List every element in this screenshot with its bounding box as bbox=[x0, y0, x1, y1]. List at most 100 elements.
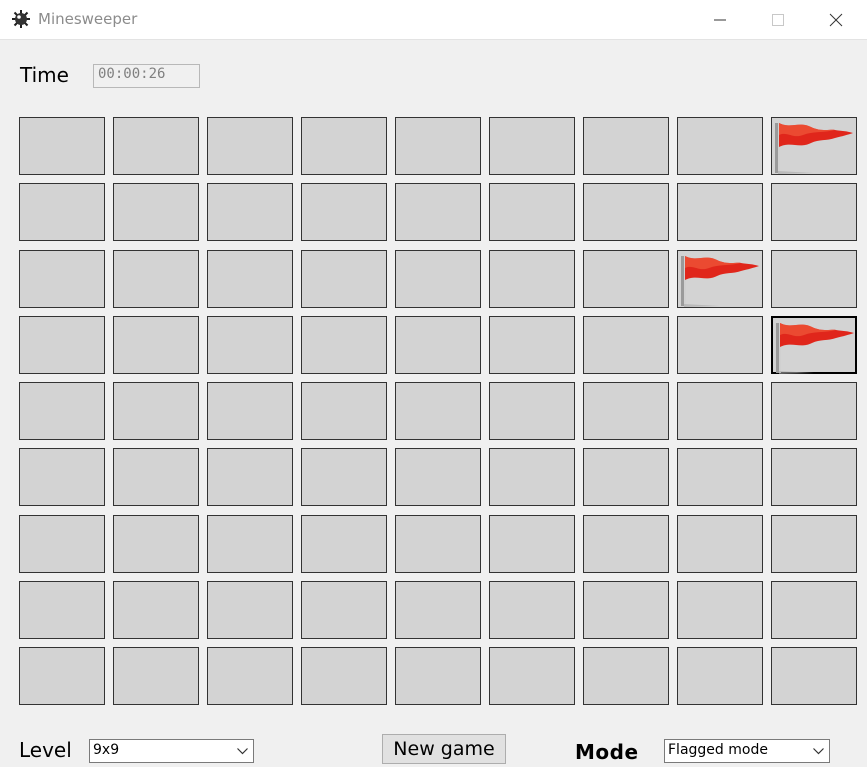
mine-cell[interactable] bbox=[771, 647, 857, 705]
mine-cell[interactable] bbox=[583, 647, 669, 705]
mine-cell[interactable] bbox=[677, 382, 763, 440]
mine-cell[interactable] bbox=[19, 250, 105, 308]
mine-cell[interactable] bbox=[301, 117, 387, 175]
mine-cell[interactable] bbox=[583, 250, 669, 308]
mine-cell[interactable] bbox=[301, 316, 387, 374]
mine-cell[interactable] bbox=[19, 316, 105, 374]
mine-cell[interactable] bbox=[771, 183, 857, 241]
mine-cell[interactable] bbox=[677, 316, 763, 374]
title-bar: Minesweeper bbox=[0, 0, 867, 40]
flag-icon bbox=[775, 123, 853, 174]
mine-cell[interactable] bbox=[771, 515, 857, 573]
mine-cell[interactable] bbox=[301, 448, 387, 506]
mine-cell[interactable] bbox=[207, 316, 293, 374]
mine-cell[interactable] bbox=[489, 581, 575, 639]
mine-cell[interactable] bbox=[583, 448, 669, 506]
level-select-value: 9x9 bbox=[93, 742, 120, 758]
mine-cell[interactable] bbox=[489, 117, 575, 175]
mine-cell[interactable] bbox=[207, 448, 293, 506]
mine-cell[interactable] bbox=[489, 647, 575, 705]
mine-cell[interactable] bbox=[489, 382, 575, 440]
mine-icon bbox=[12, 10, 30, 28]
mine-cell[interactable] bbox=[395, 117, 481, 175]
mine-cell[interactable] bbox=[301, 515, 387, 573]
mine-cell[interactable] bbox=[395, 250, 481, 308]
timer-display: 00:00:26 bbox=[93, 64, 200, 88]
new-game-button[interactable]: New game bbox=[382, 734, 506, 764]
mine-cell[interactable] bbox=[113, 250, 199, 308]
mine-cell[interactable] bbox=[113, 647, 199, 705]
mine-cell[interactable] bbox=[771, 448, 857, 506]
mine-cell[interactable] bbox=[207, 250, 293, 308]
mine-cell[interactable] bbox=[583, 382, 669, 440]
mine-cell[interactable] bbox=[677, 647, 763, 705]
mine-cell[interactable] bbox=[19, 117, 105, 175]
mine-cell[interactable] bbox=[677, 448, 763, 506]
mine-cell[interactable] bbox=[583, 581, 669, 639]
mine-cell[interactable] bbox=[207, 515, 293, 573]
mine-cell[interactable] bbox=[113, 448, 199, 506]
mine-cell[interactable] bbox=[489, 183, 575, 241]
close-icon bbox=[829, 13, 843, 27]
time-label: Time bbox=[20, 63, 69, 87]
mine-cell[interactable] bbox=[771, 382, 857, 440]
mine-cell[interactable] bbox=[395, 183, 481, 241]
mine-cell[interactable] bbox=[207, 581, 293, 639]
mine-cell[interactable] bbox=[583, 183, 669, 241]
mine-cell[interactable] bbox=[19, 647, 105, 705]
mine-cell[interactable] bbox=[677, 250, 763, 308]
mine-cell[interactable] bbox=[113, 117, 199, 175]
mine-cell[interactable] bbox=[395, 382, 481, 440]
mine-cell[interactable] bbox=[395, 316, 481, 374]
mine-cell[interactable] bbox=[771, 316, 857, 374]
mine-cell[interactable] bbox=[301, 647, 387, 705]
minimize-button[interactable] bbox=[697, 0, 743, 39]
mine-cell[interactable] bbox=[113, 382, 199, 440]
mine-cell[interactable] bbox=[207, 382, 293, 440]
mine-cell[interactable] bbox=[395, 515, 481, 573]
mine-cell[interactable] bbox=[301, 250, 387, 308]
mine-cell[interactable] bbox=[113, 316, 199, 374]
mine-cell[interactable] bbox=[395, 581, 481, 639]
mine-cell[interactable] bbox=[489, 448, 575, 506]
mine-cell[interactable] bbox=[113, 183, 199, 241]
mine-cell[interactable] bbox=[207, 183, 293, 241]
mode-label: Mode bbox=[575, 740, 639, 764]
mine-cell[interactable] bbox=[771, 581, 857, 639]
mine-cell[interactable] bbox=[395, 448, 481, 506]
mine-cell[interactable] bbox=[677, 581, 763, 639]
flag-icon bbox=[681, 256, 759, 307]
mine-cell[interactable] bbox=[207, 117, 293, 175]
mine-cell[interactable] bbox=[583, 515, 669, 573]
mine-cell[interactable] bbox=[207, 647, 293, 705]
mine-cell[interactable] bbox=[677, 117, 763, 175]
chevron-down-icon bbox=[813, 748, 824, 755]
mine-cell[interactable] bbox=[771, 117, 857, 175]
level-select[interactable]: 9x9 bbox=[89, 739, 254, 763]
flag-icon bbox=[776, 323, 854, 374]
mine-cell[interactable] bbox=[489, 515, 575, 573]
mine-cell[interactable] bbox=[19, 515, 105, 573]
mine-cell[interactable] bbox=[113, 581, 199, 639]
mine-cell[interactable] bbox=[301, 183, 387, 241]
maximize-icon bbox=[772, 14, 784, 26]
mine-cell[interactable] bbox=[301, 382, 387, 440]
mine-cell[interactable] bbox=[583, 316, 669, 374]
mine-cell[interactable] bbox=[771, 250, 857, 308]
mine-cell[interactable] bbox=[19, 581, 105, 639]
mine-cell[interactable] bbox=[19, 183, 105, 241]
mine-cell[interactable] bbox=[395, 647, 481, 705]
mine-cell[interactable] bbox=[583, 117, 669, 175]
chevron-down-icon bbox=[237, 748, 248, 755]
mine-cell[interactable] bbox=[489, 250, 575, 308]
mine-cell[interactable] bbox=[113, 515, 199, 573]
mine-cell[interactable] bbox=[19, 448, 105, 506]
mine-cell[interactable] bbox=[489, 316, 575, 374]
mine-cell[interactable] bbox=[19, 382, 105, 440]
mine-cell[interactable] bbox=[677, 183, 763, 241]
mine-cell[interactable] bbox=[677, 515, 763, 573]
close-button[interactable] bbox=[813, 0, 859, 39]
mode-select[interactable]: Flagged mode bbox=[664, 739, 830, 763]
mine-cell[interactable] bbox=[301, 581, 387, 639]
maximize-button[interactable] bbox=[755, 0, 801, 39]
